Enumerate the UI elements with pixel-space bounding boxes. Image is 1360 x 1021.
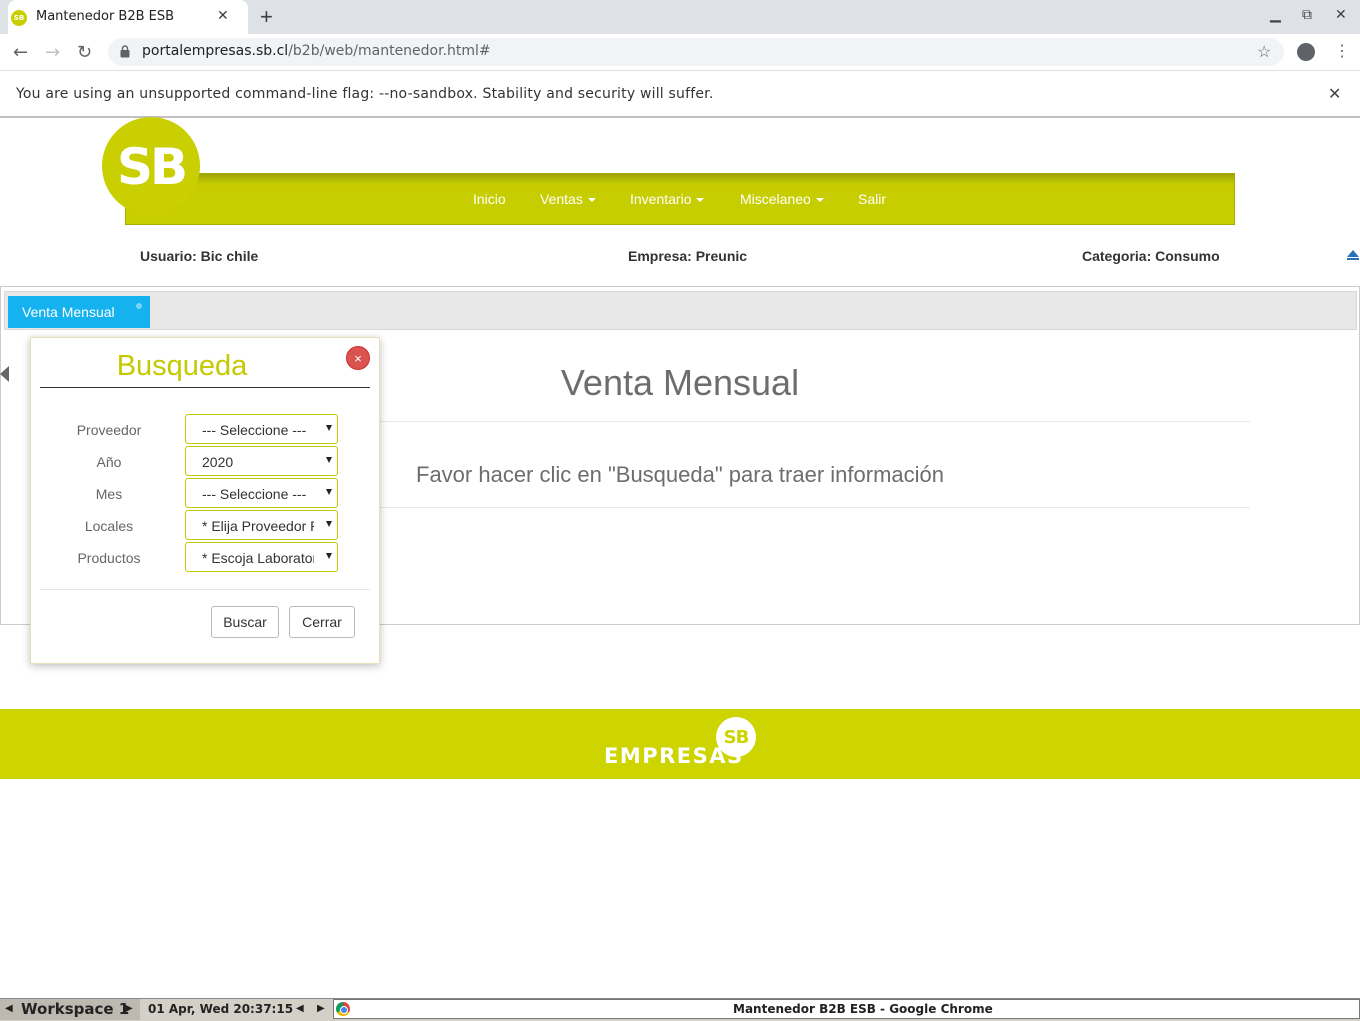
dropdown-arrow-icon (326, 553, 332, 559)
empresa-info: Empresa: Preunic (628, 248, 748, 264)
dropdown-arrow-icon (326, 489, 332, 495)
locales-select[interactable]: * Elija Proveedor Primero (185, 510, 338, 540)
nav-salir[interactable]: Salir (858, 191, 886, 207)
content-tabbar (4, 291, 1357, 330)
collapse-eject-icon-bar (1347, 258, 1359, 260)
nav-ventas-label: Ventas (540, 191, 583, 207)
url-text[interactable]: portalempresas.sb.cl/b2b/web/mantenedor.… (142, 43, 491, 59)
dialog-title-underline (40, 387, 370, 388)
tab-title: Mantenedor B2B ESB (36, 9, 175, 24)
reload-icon[interactable]: ↻ (77, 42, 92, 63)
locales-label: Locales (84, 518, 134, 534)
anio-select[interactable]: 2020 (185, 446, 338, 476)
nav-miscelaneo-label: Miscelaneo (740, 191, 811, 207)
infobar-message: You are using an unsupported command-lin… (16, 86, 714, 102)
productos-select[interactable]: * Escoja Laboratorio (185, 542, 338, 572)
back-icon[interactable]: ← (13, 42, 28, 63)
nav-ventas[interactable]: Ventas (540, 191, 596, 207)
caret-down-icon (815, 198, 824, 203)
locales-select-value: * Elija Proveedor Primero (202, 518, 314, 534)
workspace-label: Workspace 1 (21, 1000, 130, 1018)
divider (380, 507, 1250, 508)
cerrar-button[interactable]: Cerrar (289, 606, 355, 638)
nav-inventario[interactable]: Inventario (630, 191, 705, 207)
dropdown-arrow-icon (326, 425, 332, 431)
anio-select-value: 2020 (202, 454, 234, 470)
infobar-close-icon[interactable]: ✕ (1328, 84, 1341, 104)
mes-select[interactable]: --- Seleccione --- (185, 478, 338, 508)
info-message: Favor hacer clic en "Busqueda" para trae… (416, 462, 944, 487)
dialog-footer-divider (40, 589, 370, 590)
tab-venta-mensual-label: Venta Mensual (22, 304, 115, 320)
dialog-close-button[interactable]: × (346, 346, 370, 370)
bookmark-star-icon[interactable]: ☆ (1257, 42, 1271, 62)
taskbar-window-title: Mantenedor B2B ESB - Google Chrome (733, 1002, 993, 1016)
tab-close-icon[interactable]: ✕ (217, 7, 229, 24)
chrome-icon-center (340, 1006, 348, 1014)
divider (380, 421, 1250, 422)
categoria-info: Categoria: Consumo (1082, 248, 1220, 264)
workspace-prev-icon[interactable]: ◀ (5, 1003, 13, 1014)
url-path: /b2b/web/mantenedor.html# (288, 43, 491, 59)
usuario-info: Usuario: Bic chile (140, 248, 259, 264)
nav-miscelaneo[interactable]: Miscelaneo (740, 191, 824, 207)
restore-icon[interactable]: ⧉ (1302, 7, 1312, 23)
clock: 01 Apr, Wed 20:37:15 (148, 1002, 294, 1016)
new-tab-icon[interactable]: + (260, 4, 273, 30)
footer-logo-text: EMPRESAS (604, 744, 744, 768)
caret-down-icon (696, 198, 705, 203)
taskbar-prev-icon[interactable]: ◀ (296, 1003, 304, 1014)
workspace-next-icon[interactable]: ▶ (125, 1003, 133, 1014)
sidebar-toggle-arrow-icon[interactable] (0, 366, 9, 382)
lock-icon (120, 45, 130, 58)
caret-down-icon (587, 198, 596, 203)
dialog-title: Busqueda (116, 350, 248, 382)
tab-close-dot-icon[interactable] (136, 303, 142, 309)
dropdown-arrow-icon (326, 521, 332, 527)
profile-avatar-icon[interactable] (1297, 43, 1315, 61)
productos-label: Productos (77, 550, 141, 566)
minimize-icon[interactable]: ▁ (1270, 7, 1281, 23)
buscar-button[interactable]: Buscar (211, 606, 279, 638)
productos-select-value: * Escoja Laboratorio (202, 550, 314, 566)
nav-inventario-label: Inventario (630, 191, 692, 207)
page-title: Venta Mensual (560, 362, 800, 403)
mes-select-value: --- Seleccione --- (202, 486, 307, 502)
proveedor-select[interactable]: --- Seleccione --- (185, 414, 338, 444)
dropdown-arrow-icon (326, 457, 332, 463)
mes-label: Mes (95, 486, 123, 502)
tab-favicon-icon: SB (11, 10, 27, 26)
url-host: portalempresas.sb.cl (142, 43, 289, 59)
window-close-icon[interactable]: ✕ (1335, 7, 1347, 23)
anio-label: Año (96, 454, 122, 470)
menu-kebab-icon[interactable]: ⋮ (1334, 41, 1350, 61)
forward-icon[interactable]: → (45, 42, 60, 63)
sb-logo[interactable]: SB (102, 117, 200, 215)
taskbar-next-icon[interactable]: ▶ (317, 1003, 325, 1014)
proveedor-label: Proveedor (76, 422, 142, 438)
proveedor-select-value: --- Seleccione --- (202, 422, 307, 438)
nav-inicio[interactable]: Inicio (473, 191, 506, 207)
collapse-eject-icon[interactable] (1347, 250, 1359, 257)
